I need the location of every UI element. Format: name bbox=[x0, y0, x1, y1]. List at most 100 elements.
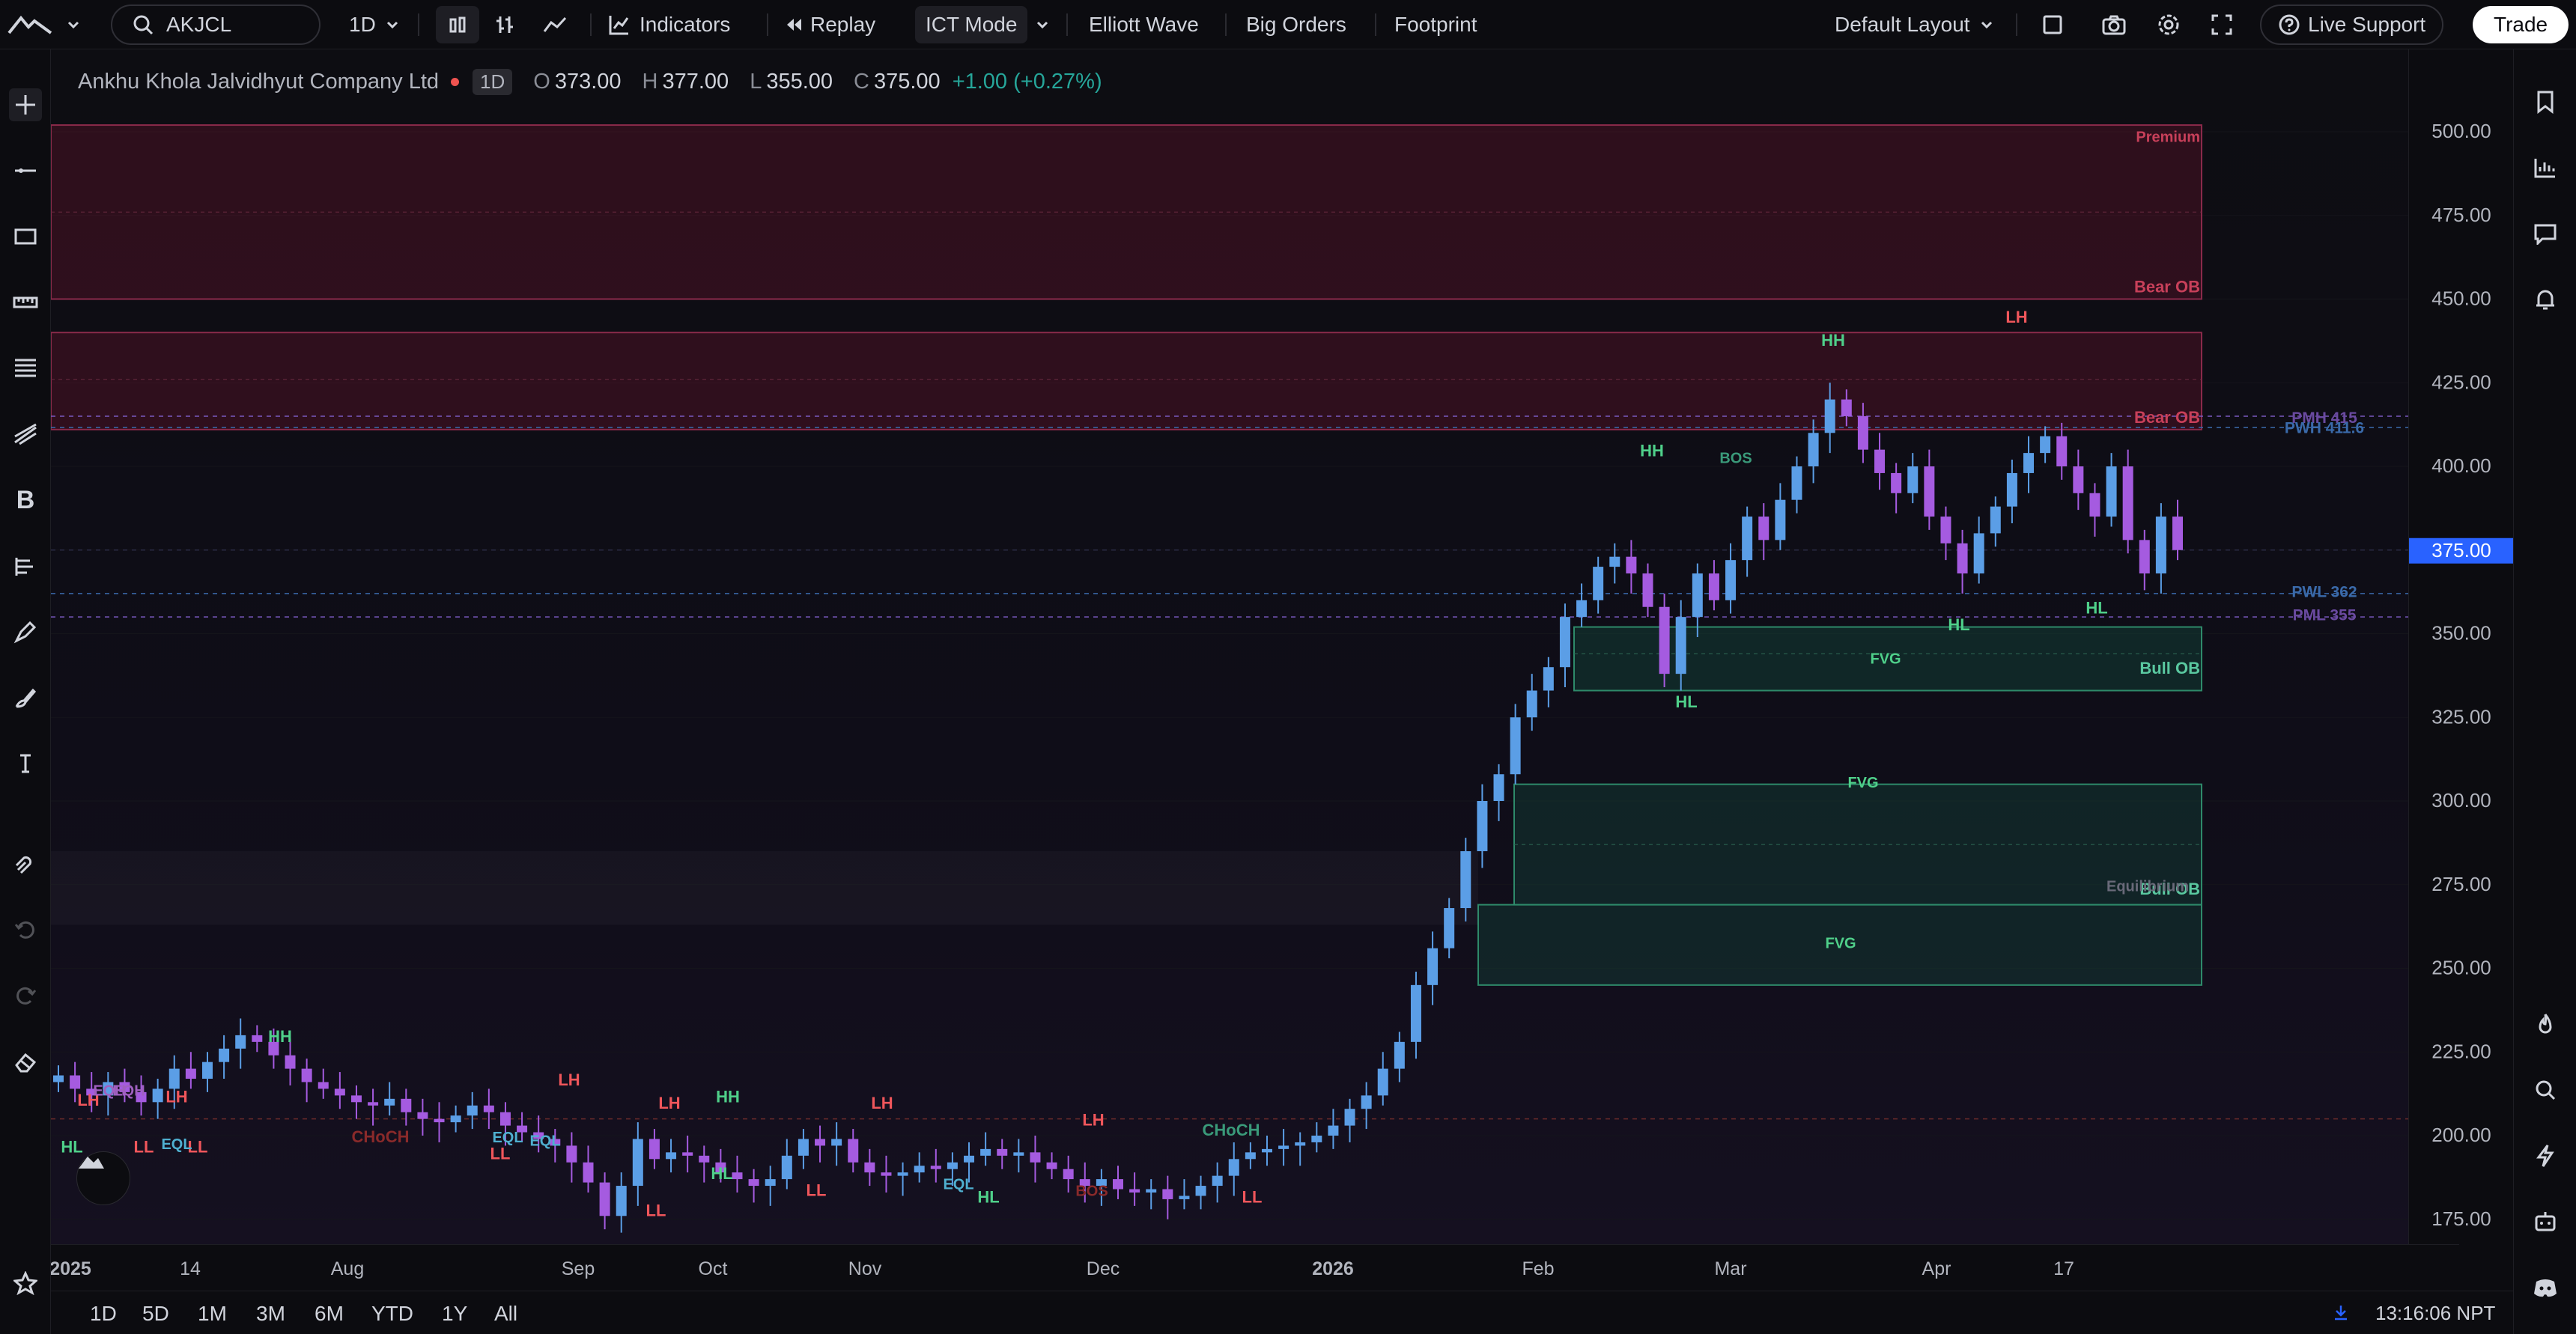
candle-body bbox=[699, 1155, 710, 1163]
line-chart-icon[interactable] bbox=[542, 0, 568, 49]
candle-body bbox=[881, 1172, 892, 1176]
range-button-all[interactable]: All bbox=[494, 1302, 517, 1326]
undo-icon[interactable] bbox=[9, 913, 42, 946]
high-value: 377.00 bbox=[662, 70, 729, 94]
range-button-1m[interactable]: 1M bbox=[198, 1302, 227, 1326]
trend-line-icon[interactable] bbox=[9, 154, 42, 187]
candle-body bbox=[632, 1139, 643, 1187]
time-tick: Nov bbox=[848, 1258, 882, 1279]
chart-data-icon[interactable] bbox=[2529, 151, 2562, 184]
swing-label-hh: HH bbox=[1640, 442, 1664, 460]
price-tick: 500.00 bbox=[2431, 120, 2491, 142]
logo-icon[interactable] bbox=[7, 0, 52, 49]
price-chart[interactable]: Premium Bear OB Bear OB Bull OB Bull OB Equil… bbox=[51, 49, 2459, 1244]
chat-icon[interactable] bbox=[2529, 217, 2562, 250]
candle-body bbox=[2172, 517, 2183, 550]
expand-icon[interactable] bbox=[2211, 0, 2233, 49]
elliott-wave-button[interactable]: Elliott Wave bbox=[1089, 0, 1199, 49]
price-tick: 425.00 bbox=[2431, 371, 2491, 393]
range-button-1d[interactable]: 1D bbox=[90, 1302, 117, 1326]
candle-body bbox=[980, 1148, 991, 1156]
eqh-label: EQH bbox=[112, 1082, 145, 1099]
chevron-down-icon[interactable] bbox=[66, 0, 81, 49]
price-tick: 225.00 bbox=[2431, 1040, 2491, 1062]
pattern-icon[interactable]: B bbox=[9, 484, 42, 517]
pen-icon[interactable] bbox=[9, 615, 42, 648]
crosshair-icon[interactable] bbox=[9, 88, 42, 121]
equilibrium-band bbox=[51, 851, 1478, 925]
ruler-icon[interactable] bbox=[9, 286, 42, 319]
price-tick: 175.00 bbox=[2431, 1207, 2491, 1230]
footprint-button[interactable]: Footprint bbox=[1394, 0, 1477, 49]
trade-button[interactable]: Trade bbox=[2473, 6, 2569, 43]
candle-body bbox=[815, 1139, 826, 1146]
search-icon[interactable] bbox=[2529, 1073, 2562, 1106]
question-icon bbox=[2279, 14, 2300, 35]
rectangle-icon[interactable] bbox=[9, 220, 42, 253]
brush-icon[interactable] bbox=[9, 681, 42, 714]
magnet-icon[interactable] bbox=[9, 847, 42, 880]
candle-body bbox=[732, 1172, 743, 1180]
bars-chart-icon[interactable] bbox=[494, 0, 517, 49]
time-tick: Mar bbox=[1714, 1258, 1746, 1279]
fullscreen-square-icon[interactable] bbox=[2041, 0, 2064, 49]
range-button-5d[interactable]: 5D bbox=[142, 1302, 169, 1326]
candle-body bbox=[201, 1062, 213, 1079]
camera-icon[interactable] bbox=[2101, 0, 2127, 49]
candle-body bbox=[1278, 1145, 1289, 1149]
time-tick: Feb bbox=[1522, 1258, 1554, 1279]
price-tick: 450.00 bbox=[2431, 287, 2491, 310]
gear-icon[interactable] bbox=[2157, 0, 2181, 49]
fire-icon[interactable] bbox=[2529, 1008, 2562, 1041]
candle-body bbox=[1543, 667, 1554, 691]
search-icon bbox=[133, 15, 154, 35]
candle-body bbox=[1460, 851, 1471, 909]
live-support-button[interactable]: Live Support bbox=[2260, 4, 2444, 45]
candle-body bbox=[1212, 1175, 1223, 1187]
interval-select[interactable]: 1D bbox=[349, 0, 400, 49]
fib-icon[interactable] bbox=[9, 352, 42, 385]
lightning-icon[interactable] bbox=[2529, 1139, 2562, 1172]
chevron-down-icon[interactable] bbox=[1035, 0, 1050, 49]
time-axis[interactable]: 2025 14 Aug Sep Oct Nov Dec 2026 Feb Mar Apr 17 bbox=[49, 1244, 2459, 1291]
candle-body bbox=[1593, 567, 1604, 600]
candle-body bbox=[1990, 506, 2001, 534]
star-icon[interactable] bbox=[9, 1267, 42, 1300]
price-axis[interactable]: 175.00 200.00 225.00 250.00 275.00 300.00 325.… bbox=[2408, 49, 2514, 1244]
chart-canvas[interactable]: PremiumBear OBBear OBBull OBBull OBEquil… bbox=[51, 49, 2459, 1244]
layout-select[interactable]: Default Layout bbox=[1835, 0, 1994, 49]
pitchfork-icon[interactable] bbox=[9, 418, 42, 451]
bookmark-icon[interactable] bbox=[2529, 85, 2562, 118]
candle-body bbox=[1394, 1041, 1405, 1069]
candle-body bbox=[1162, 1189, 1173, 1199]
candle-body bbox=[168, 1068, 180, 1089]
download-icon[interactable] bbox=[2333, 1302, 2348, 1326]
eraser-icon[interactable] bbox=[9, 1045, 42, 1078]
robot-icon[interactable] bbox=[2529, 1205, 2562, 1238]
candles-chart-icon[interactable] bbox=[436, 6, 479, 43]
text-icon[interactable] bbox=[9, 747, 42, 780]
candle-body bbox=[1526, 690, 1537, 718]
candle-body bbox=[1576, 600, 1588, 618]
big-orders-button[interactable]: Big Orders bbox=[1246, 0, 1346, 49]
replay-button[interactable]: Replay bbox=[785, 0, 875, 49]
symbol-name: Ankhu Khola Jalvidhyut Company Ltd bbox=[78, 70, 440, 94]
candle-body bbox=[1030, 1152, 1041, 1163]
forecast-icon[interactable] bbox=[9, 549, 42, 582]
range-button-3m[interactable]: 3M bbox=[256, 1302, 285, 1326]
redo-icon[interactable] bbox=[9, 979, 42, 1012]
candle-body bbox=[70, 1075, 81, 1089]
pml-label: PML 355 bbox=[2293, 607, 2357, 624]
symbol-search[interactable]: AKJCL bbox=[111, 4, 321, 45]
price-tick: 200.00 bbox=[2431, 1124, 2491, 1146]
bear-ob-label: Bear OB bbox=[2134, 278, 2200, 296]
range-button-1y[interactable]: 1Y bbox=[442, 1302, 467, 1326]
range-button-ytd[interactable]: YTD bbox=[371, 1302, 413, 1326]
ict-mode-button[interactable]: ICT Mode bbox=[915, 6, 1028, 43]
range-button-6m[interactable]: 6M bbox=[315, 1302, 344, 1326]
crosshair-hint-icon[interactable] bbox=[76, 1151, 130, 1205]
indicators-button[interactable]: Indicators bbox=[608, 0, 730, 49]
bell-icon[interactable] bbox=[2529, 283, 2562, 316]
candle-body bbox=[1113, 1179, 1123, 1190]
discord-icon[interactable] bbox=[2529, 1271, 2562, 1304]
